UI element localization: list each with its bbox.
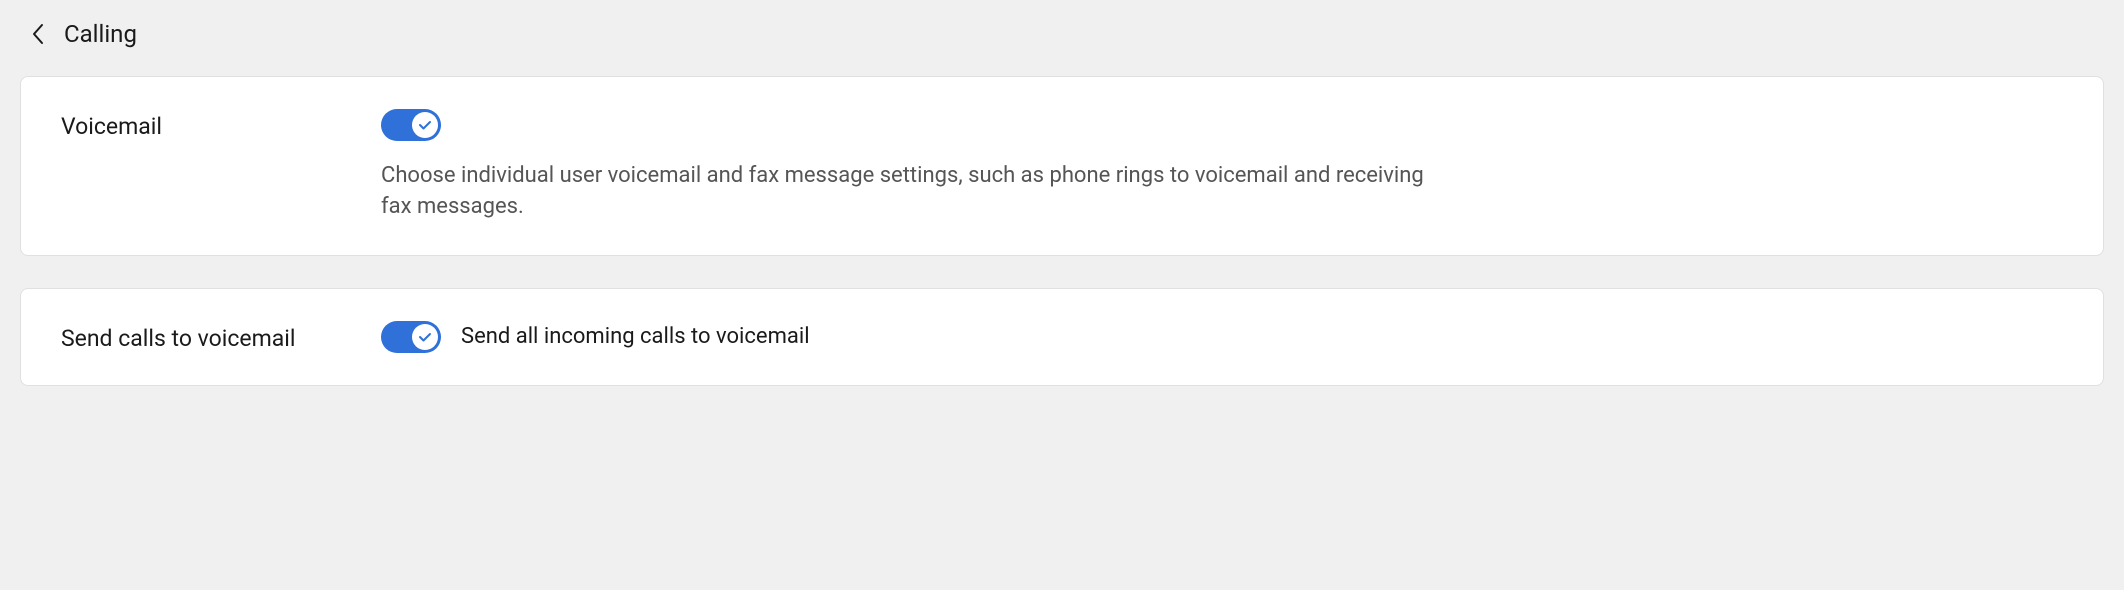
- toggle-knob: [412, 112, 438, 138]
- send-calls-inline-label: Send all incoming calls to voicemail: [461, 324, 810, 349]
- page-title: Calling: [64, 20, 137, 48]
- send-calls-label: Send calls to voicemail: [61, 321, 381, 352]
- back-button[interactable]: [28, 24, 48, 44]
- voicemail-card: Voicemail Choose individual user voicema…: [20, 76, 2104, 256]
- voicemail-content: Choose individual user voicemail and fax…: [381, 109, 2063, 223]
- toggle-knob: [412, 324, 438, 350]
- send-calls-content: Send all incoming calls to voicemail: [381, 321, 2063, 353]
- send-calls-card: Send calls to voicemail Send all incomin…: [20, 288, 2104, 386]
- voicemail-toggle[interactable]: [381, 109, 441, 141]
- send-calls-setting-row: Send calls to voicemail Send all incomin…: [61, 321, 2063, 353]
- page-header: Calling: [20, 20, 2104, 48]
- send-calls-toggle[interactable]: [381, 321, 441, 353]
- send-calls-inline-row: Send all incoming calls to voicemail: [381, 321, 2063, 353]
- voicemail-setting-row: Voicemail Choose individual user voicema…: [61, 109, 2063, 223]
- chevron-left-icon: [31, 23, 45, 45]
- voicemail-label: Voicemail: [61, 109, 381, 140]
- voicemail-description: Choose individual user voicemail and fax…: [381, 161, 1441, 223]
- check-icon: [418, 118, 432, 132]
- check-icon: [418, 330, 432, 344]
